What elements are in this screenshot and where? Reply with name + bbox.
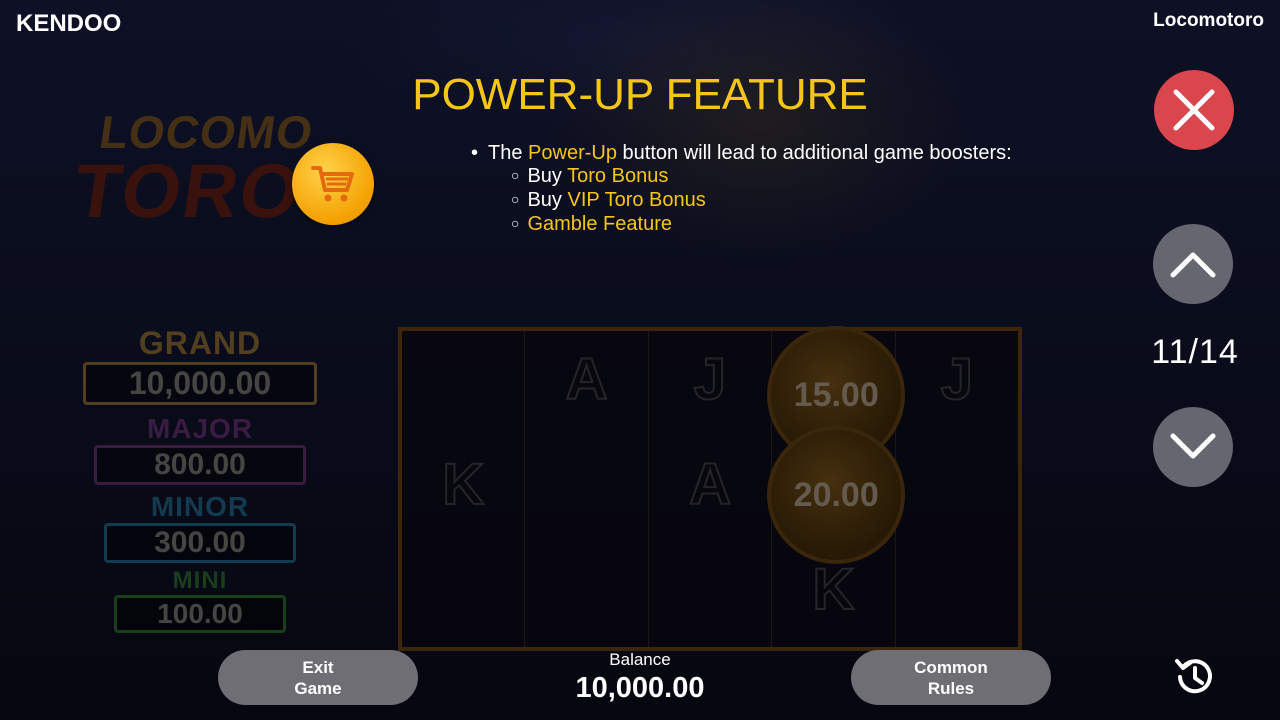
history-icon xyxy=(1175,659,1212,694)
help-subitem: Buy Toro Bonus xyxy=(511,165,1012,189)
subitem-text: Buy xyxy=(527,165,568,187)
chevron-up-icon xyxy=(1170,252,1216,278)
help-content: The Power-Up button will lead to additio… xyxy=(471,142,1012,237)
history-button[interactable] xyxy=(1170,653,1218,701)
help-subitem: Buy VIP Toro Bonus xyxy=(511,189,1012,213)
bullet-text: The xyxy=(488,142,529,164)
help-bullet: The Power-Up button will lead to additio… xyxy=(471,142,1012,165)
balance-label: Balance xyxy=(609,650,671,669)
bullet-highlight: Power-Up xyxy=(528,142,617,164)
exit-line1: Exit xyxy=(302,657,334,677)
close-icon xyxy=(1173,89,1215,131)
subitem-highlight: Gamble Feature xyxy=(527,213,672,235)
close-button[interactable] xyxy=(1154,70,1234,150)
subitem-highlight: Toro Bonus xyxy=(567,165,669,187)
page-counter: 11/14 xyxy=(1151,333,1239,371)
balance-display: Balance 10,000.00 xyxy=(540,650,740,705)
bullet-text: button will lead to additional game boos… xyxy=(616,142,1012,164)
common-rules-button[interactable]: Common Rules xyxy=(851,650,1051,705)
balance-value: 10,000.00 xyxy=(575,672,705,704)
exit-game-label: Exit Game xyxy=(294,657,341,699)
chevron-down-icon xyxy=(1170,433,1216,459)
common-rules-label: Common Rules xyxy=(914,657,988,699)
subitem-text: Buy xyxy=(527,189,568,211)
subitem-highlight: VIP Toro Bonus xyxy=(567,189,706,211)
power-up-cart-icon xyxy=(292,143,374,225)
kendoo-logo: KENDOO xyxy=(16,10,122,37)
exit-line2: Game xyxy=(294,678,342,698)
page-title: POWER-UP FEATURE xyxy=(412,70,868,119)
previous-page-button[interactable] xyxy=(1153,224,1233,304)
exit-game-button[interactable]: Exit Game xyxy=(218,650,418,705)
rules-line1: Common xyxy=(914,657,988,677)
next-page-button[interactable] xyxy=(1153,407,1233,487)
help-subitem: Gamble Feature xyxy=(511,213,1012,237)
rules-line2: Rules xyxy=(927,678,975,698)
game-name: Locomotoro xyxy=(1153,10,1264,31)
